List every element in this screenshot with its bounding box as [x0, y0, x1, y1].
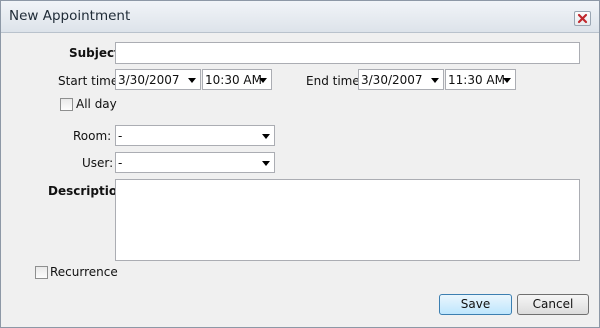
all-day-checkbox[interactable]	[60, 98, 73, 111]
end-date-value: 3/30/2007	[361, 73, 423, 87]
start-date-picker[interactable]: 3/30/2007	[115, 69, 201, 90]
chevron-down-icon	[188, 78, 196, 83]
chevron-down-icon	[431, 78, 439, 83]
description-input[interactable]	[115, 179, 580, 261]
chevron-down-icon	[503, 78, 511, 83]
subject-label: Subject	[69, 46, 120, 60]
chevron-down-icon	[259, 78, 267, 83]
user-label: User:	[82, 156, 114, 170]
new-appointment-dialog: New Appointment Subject Start time 3/30/…	[0, 0, 600, 328]
user-select[interactable]: -	[115, 152, 275, 173]
recurrence-label: Recurrence	[50, 265, 118, 279]
chevron-down-icon	[262, 161, 270, 166]
subject-input[interactable]	[115, 42, 580, 64]
chevron-down-icon	[262, 134, 270, 139]
user-value: -	[118, 156, 123, 170]
title-bar: New Appointment	[1, 1, 599, 33]
end-time-select[interactable]: 11:30 AM	[445, 69, 516, 90]
window-title: New Appointment	[9, 8, 131, 24]
save-button[interactable]: Save	[439, 294, 512, 315]
all-day-label: All day	[76, 97, 117, 111]
room-select[interactable]: -	[115, 125, 275, 146]
start-time-label: Start time	[58, 74, 119, 88]
start-time-value: 10:30 AM	[205, 73, 262, 87]
end-time-label: End time	[306, 74, 360, 88]
recurrence-checkbox[interactable]	[35, 266, 48, 279]
room-value: -	[118, 129, 123, 143]
end-date-picker[interactable]: 3/30/2007	[358, 69, 444, 90]
start-time-select[interactable]: 10:30 AM	[202, 69, 272, 90]
end-time-value: 11:30 AM	[448, 73, 505, 87]
room-label: Room:	[73, 129, 112, 143]
description-label: Description	[48, 184, 126, 198]
start-date-value: 3/30/2007	[118, 73, 180, 87]
close-button[interactable]	[574, 11, 591, 26]
cancel-button[interactable]: Cancel	[517, 294, 589, 315]
